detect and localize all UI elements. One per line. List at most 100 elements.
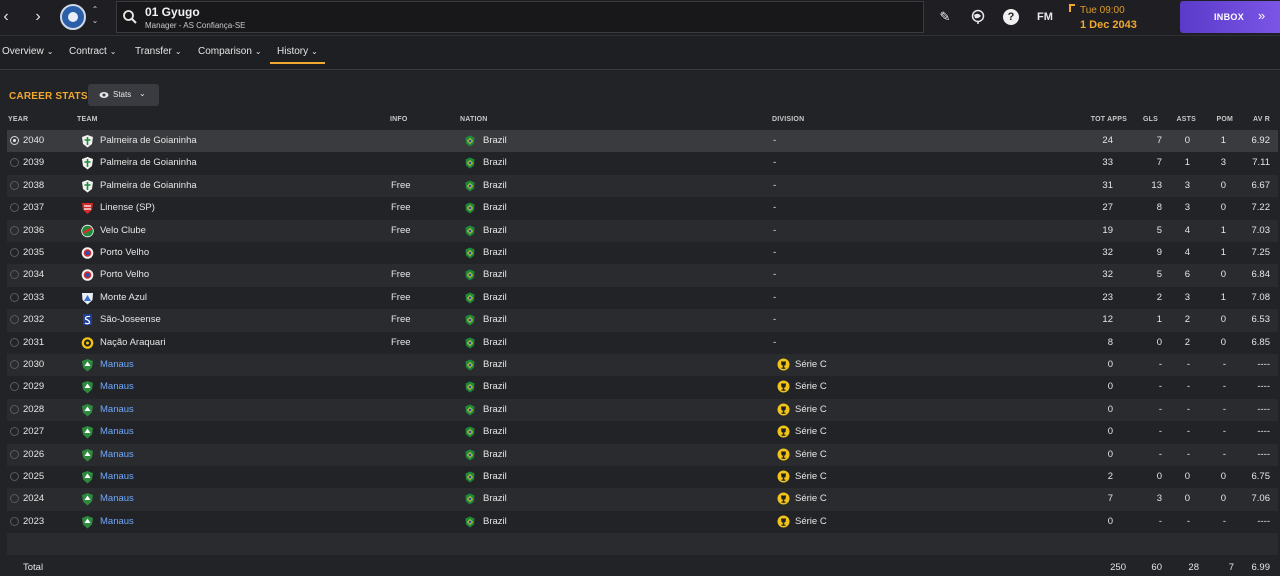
team-link[interactable]: Porto Velho — [100, 269, 149, 280]
nation-link[interactable]: Brazil — [483, 180, 507, 191]
nation-link[interactable]: Brazil — [483, 202, 507, 213]
column-header-nation[interactable]: NATION — [460, 116, 488, 123]
nation-link[interactable]: Brazil — [483, 381, 507, 392]
table-row[interactable]: 2026 Manaus Brazil Série C 0- - - ---- — [7, 443, 1278, 466]
team-link[interactable]: Manaus — [100, 426, 134, 437]
row-select-radio[interactable] — [10, 494, 19, 504]
nation-link[interactable]: Brazil — [483, 449, 507, 460]
nation-link[interactable]: Brazil — [483, 247, 507, 258]
table-row[interactable]: 2031 Nação Araquari Free Brazil - 8 0 2 0 6.85 — [7, 332, 1278, 354]
nation-link[interactable]: Brazil — [483, 225, 507, 236]
table-row[interactable]: 2034 Porto Velho Free Brazil - 32 5 6 0 6.84 — [7, 264, 1278, 287]
row-select-radio[interactable] — [10, 472, 19, 481]
fm-logo-icon[interactable]: FM — [1034, 8, 1056, 26]
row-select-radio[interactable] — [10, 203, 19, 213]
division-link[interactable]: Série C — [795, 381, 827, 392]
tab-overview[interactable]: Overview ⌄ — [2, 46, 53, 57]
team-link[interactable]: Manaus — [100, 404, 134, 415]
division-link[interactable]: Série C — [795, 471, 827, 482]
column-header-pom[interactable]: POM — [1208, 116, 1233, 123]
team-link[interactable]: Manaus — [100, 381, 134, 392]
row-select-radio[interactable] — [10, 292, 19, 302]
team-link[interactable]: Manaus — [100, 493, 134, 504]
forward-icon[interactable]: › — [28, 6, 48, 30]
team-link[interactable]: Linense (SP) — [100, 202, 155, 213]
team-link[interactable]: Palmeira de Goianinha — [100, 180, 197, 191]
table-row[interactable]: 2039 Palmeira de Goianinha Brazil - 33 7 1 3 7.1… — [7, 152, 1278, 174]
table-row[interactable]: 2038 Palmeira de Goianinha Free Brazil - 31 13… — [7, 174, 1278, 198]
team-link[interactable]: Manaus — [100, 516, 134, 527]
table-row[interactable]: 2036 Velo Clube Free Brazil - 19 5 4 1 7.03 — [7, 219, 1278, 242]
edit-icon[interactable]: ✎ — [936, 8, 954, 26]
table-row[interactable]: 2027 Manaus Brazil Série C 0- - - ---- — [7, 421, 1278, 443]
row-select-radio[interactable] — [10, 427, 19, 437]
team-link[interactable]: Manaus — [100, 359, 134, 370]
row-select-radio[interactable] — [10, 382, 19, 392]
team-link[interactable]: Porto Velho — [100, 247, 149, 258]
tab-contract[interactable]: Contract ⌄ — [69, 46, 117, 57]
club-badge-icon[interactable] — [60, 4, 86, 30]
division-link[interactable]: Série C — [795, 404, 827, 415]
help-icon[interactable]: ? — [1003, 9, 1019, 25]
inbox-button[interactable]: INBOX » — [1180, 1, 1280, 33]
column-header-apps[interactable]: TOT APPS — [1080, 116, 1127, 123]
table-row[interactable]: 2028 Manaus Brazil Série C 0- - - ---- — [7, 398, 1278, 422]
table-row[interactable]: 2040 Palmeira de Goianinha Brazil - 24 7 0 1 6.9… — [7, 130, 1278, 153]
row-select-radio[interactable] — [10, 248, 19, 257]
division-link[interactable]: Série C — [795, 493, 827, 504]
team-link[interactable]: Manaus — [100, 471, 134, 482]
nation-link[interactable]: Brazil — [483, 426, 507, 437]
team-link[interactable]: Manaus — [100, 449, 134, 460]
column-header-year[interactable]: YEAR — [8, 116, 28, 123]
search-icon[interactable] — [122, 9, 138, 25]
column-header-avr[interactable]: AV R — [1245, 116, 1270, 123]
nation-link[interactable]: Brazil — [483, 337, 507, 348]
team-link[interactable]: Nação Araquari — [100, 337, 165, 348]
tab-transfer[interactable]: Transfer ⌄ — [135, 46, 182, 57]
column-header-gls[interactable]: GLS — [1138, 116, 1158, 123]
table-row[interactable]: 2023 Manaus Brazil Série C 0- - - ---- — [7, 511, 1278, 533]
table-row[interactable]: 2024 Manaus Brazil Série C 7 3 0 0 7.06 — [7, 488, 1278, 511]
column-header-team[interactable]: TEAM — [77, 116, 98, 123]
nation-link[interactable]: Brazil — [483, 404, 507, 415]
row-select-radio[interactable] — [10, 225, 19, 235]
team-link[interactable]: Monte Azul — [100, 292, 147, 303]
nation-link[interactable]: Brazil — [483, 269, 507, 280]
row-select-radio[interactable] — [10, 270, 19, 280]
table-row[interactable]: 2037 Linense (SP) Free Brazil - 27 8 3 0 7.22 — [7, 197, 1278, 219]
row-select-radio[interactable] — [10, 180, 19, 190]
row-select-radio[interactable] — [10, 158, 19, 168]
table-row[interactable]: 2035 Porto Velho Brazil - 32 9 4 1 7.25 — [7, 242, 1278, 264]
nation-link[interactable]: Brazil — [483, 314, 507, 325]
row-select-radio[interactable] — [10, 360, 19, 369]
nation-link[interactable]: Brazil — [483, 493, 507, 504]
nation-link[interactable]: Brazil — [483, 292, 507, 303]
division-link[interactable]: Série C — [795, 516, 827, 527]
team-link[interactable]: Velo Clube — [100, 225, 146, 236]
row-select-radio[interactable] — [10, 404, 19, 414]
row-select-radio[interactable] — [10, 337, 19, 347]
nation-link[interactable]: Brazil — [483, 135, 507, 146]
division-link[interactable]: Série C — [795, 426, 827, 437]
globe-icon[interactable] — [969, 8, 987, 26]
view-dropdown-button[interactable]: Stats ⌄ — [88, 84, 159, 106]
row-select-radio[interactable] — [10, 136, 19, 145]
table-row[interactable]: 2029 Manaus Brazil Série C 0- - - ---- — [7, 376, 1278, 398]
table-row[interactable]: 2030 Manaus Brazil Série C 0- - - ---- — [7, 354, 1278, 377]
team-link[interactable]: Palmeira de Goianinha — [100, 157, 197, 168]
row-select-radio[interactable] — [10, 449, 19, 459]
nation-link[interactable]: Brazil — [483, 516, 507, 527]
game-date[interactable]: Tue 09:00 1 Dec 2043 — [1068, 0, 1170, 36]
nation-link[interactable]: Brazil — [483, 471, 507, 482]
row-select-radio[interactable] — [10, 516, 19, 526]
division-link[interactable]: Série C — [795, 449, 827, 460]
column-header-asts[interactable]: ASTS — [1168, 116, 1196, 123]
nation-link[interactable]: Brazil — [483, 157, 507, 168]
search-bar[interactable]: 01 Gyugo Manager - AS Confiança-SE — [116, 1, 924, 33]
division-link[interactable]: Série C — [795, 359, 827, 370]
column-header-division[interactable]: DIVISION — [772, 116, 804, 123]
tab-comparison[interactable]: Comparison ⌄ — [198, 46, 262, 57]
row-select-radio[interactable] — [10, 315, 19, 325]
team-link[interactable]: Palmeira de Goianinha — [100, 135, 197, 146]
team-link[interactable]: São-Joseense — [100, 314, 161, 325]
